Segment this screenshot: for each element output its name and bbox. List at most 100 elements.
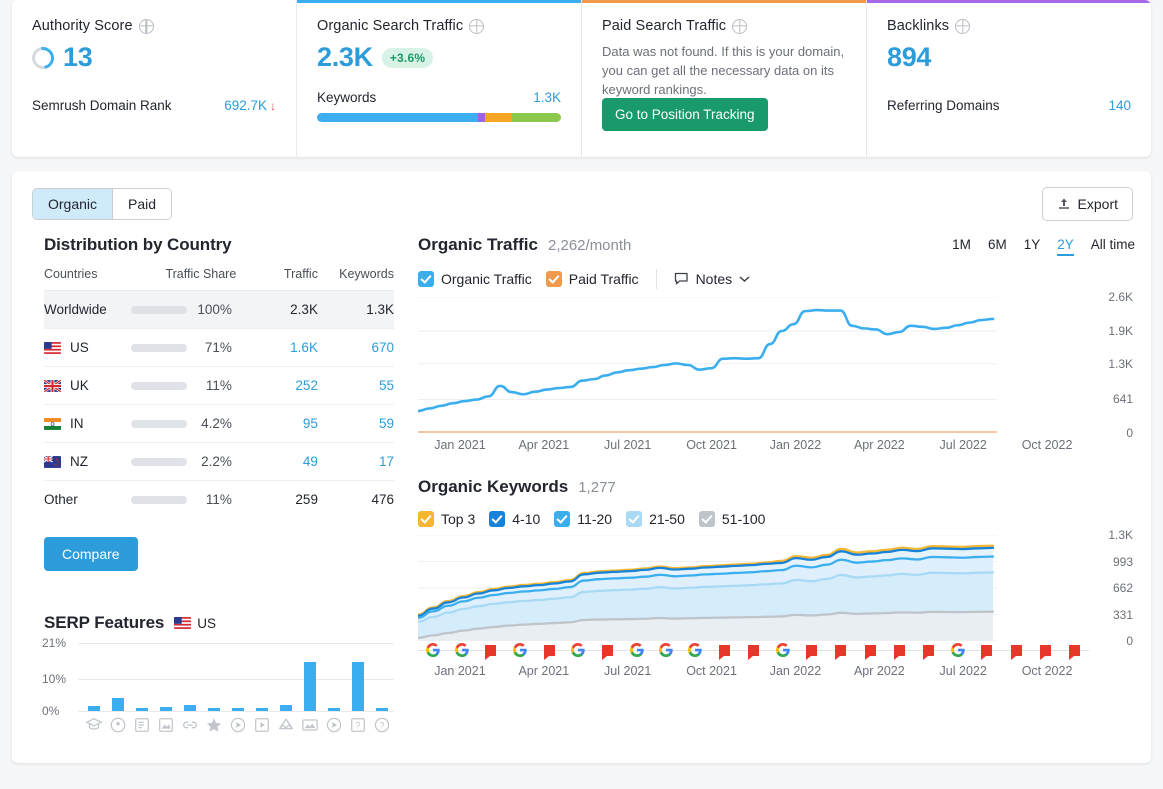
table-row[interactable]: Worldwide100%2.3K1.3K — [44, 291, 394, 329]
legend-organic-traffic[interactable]: Organic Traffic — [418, 271, 532, 287]
keywords-value[interactable]: 1.3K — [533, 90, 561, 105]
range-all-time[interactable]: All time — [1091, 237, 1135, 256]
tab-paid[interactable]: Paid — [112, 189, 171, 219]
keywords-cell[interactable]: 55 — [318, 367, 394, 405]
table-row[interactable]: UK11%25255 — [44, 367, 394, 405]
serp-flag-marker-icon[interactable] — [710, 645, 739, 656]
traffic-cell[interactable]: 1.6K — [271, 329, 318, 367]
keywords-cell[interactable]: 670 — [318, 329, 394, 367]
google-update-icon[interactable] — [681, 643, 710, 657]
pin-icon[interactable] — [106, 716, 130, 734]
table-row[interactable]: IN4.2%9559 — [44, 405, 394, 443]
organic-paid-toggle[interactable]: Organic Paid — [32, 188, 172, 220]
serp-bar[interactable] — [328, 708, 340, 711]
globe-icon[interactable] — [139, 19, 154, 34]
serp-flag-marker-icon[interactable] — [535, 645, 564, 656]
play-circle-icon[interactable] — [226, 716, 250, 734]
star-icon[interactable] — [202, 716, 226, 734]
serp-bar[interactable] — [376, 708, 388, 711]
traffic-cell[interactable]: 252 — [271, 367, 318, 405]
checkbox-organic-traffic[interactable] — [418, 271, 434, 287]
serp-bar[interactable] — [280, 705, 292, 711]
google-update-icon[interactable] — [622, 643, 651, 657]
keywords-cell[interactable]: 59 — [318, 405, 394, 443]
globe-icon[interactable] — [955, 19, 970, 34]
serp-flag-marker-icon[interactable] — [914, 645, 943, 656]
legend-4-10[interactable]: 4-10 — [489, 511, 540, 527]
serp-bar[interactable] — [88, 706, 100, 711]
keywords-cell[interactable]: 17 — [318, 443, 394, 481]
cap-icon[interactable] — [82, 716, 106, 734]
crown-icon[interactable] — [274, 716, 298, 734]
serp-flag-marker-icon[interactable] — [1001, 645, 1030, 656]
video-box-icon[interactable] — [250, 716, 274, 734]
serp-bar[interactable] — [184, 705, 196, 711]
play-circle-alt-icon[interactable] — [322, 716, 346, 734]
referring-domains-value[interactable]: 140 — [1108, 98, 1131, 113]
serp-bar[interactable] — [112, 698, 124, 711]
image-box-icon[interactable] — [154, 716, 178, 734]
globe-icon[interactable] — [732, 19, 747, 34]
checkbox-paid-traffic[interactable] — [546, 271, 562, 287]
legend-paid-traffic[interactable]: Paid Traffic — [546, 271, 639, 287]
serp-flag-marker-icon[interactable] — [1060, 645, 1089, 656]
google-update-icon[interactable] — [564, 643, 593, 657]
serp-bar[interactable] — [136, 708, 148, 711]
export-button[interactable]: Export — [1042, 187, 1133, 221]
notes-dropdown[interactable]: Notes — [674, 271, 751, 287]
serp-bar[interactable] — [352, 662, 364, 711]
range-1y[interactable]: 1Y — [1024, 237, 1041, 256]
range-1m[interactable]: 1M — [952, 237, 971, 256]
question-circle-icon[interactable]: ? — [370, 716, 394, 734]
doc-icon[interactable] — [130, 716, 154, 734]
domain-rank-value[interactable]: 692.7K — [224, 98, 267, 113]
range-6m[interactable]: 6M — [988, 237, 1007, 256]
image-icon[interactable] — [298, 716, 322, 734]
serp-flag-marker-icon[interactable] — [593, 645, 622, 656]
serp-flag-marker-icon[interactable] — [797, 645, 826, 656]
serp-bar[interactable] — [232, 708, 244, 711]
serp-bar[interactable] — [256, 708, 268, 711]
google-update-icon[interactable] — [651, 643, 680, 657]
go-to-position-tracking-button[interactable]: Go to Position Tracking — [602, 98, 768, 131]
legend-21-50[interactable]: 21-50 — [626, 511, 685, 527]
legend-11-20[interactable]: 11-20 — [554, 511, 612, 527]
traffic-cell[interactable]: 49 — [271, 443, 318, 481]
google-update-icon[interactable] — [768, 643, 797, 657]
serp-bar[interactable] — [304, 662, 316, 711]
google-update-icon[interactable] — [418, 643, 447, 657]
checkbox-11-20[interactable] — [554, 511, 570, 527]
checkbox-4-10[interactable] — [489, 511, 505, 527]
google-update-icon[interactable] — [447, 643, 476, 657]
organic-traffic-label: Organic Search Traffic — [317, 18, 463, 34]
globe-icon[interactable] — [469, 19, 484, 34]
traffic-share-pct: 100% — [196, 302, 232, 317]
tab-organic[interactable]: Organic — [33, 189, 112, 219]
date-range-selector[interactable]: 1M 6M 1Y 2Y All time — [952, 237, 1135, 256]
traffic-cell[interactable]: 95 — [271, 405, 318, 443]
google-update-icon[interactable] — [506, 643, 535, 657]
serp-flag-marker-icon[interactable] — [826, 645, 855, 656]
y-tick: 0 — [1126, 634, 1133, 648]
serp-bar[interactable] — [208, 708, 220, 711]
link-icon[interactable] — [178, 716, 202, 734]
serp-flag-marker-icon[interactable] — [739, 645, 768, 656]
legend-top-3[interactable]: Top 3 — [418, 511, 475, 527]
serp-flag-marker-icon[interactable] — [476, 645, 505, 656]
serp-flag-marker-icon[interactable] — [885, 645, 914, 656]
table-row[interactable]: US71%1.6K670 — [44, 329, 394, 367]
checkbox-21-50[interactable] — [626, 511, 642, 527]
table-row[interactable]: Other11%259476 — [44, 481, 394, 519]
serp-flag-marker-icon[interactable] — [972, 645, 1001, 656]
google-update-icon[interactable] — [943, 643, 972, 657]
serp-flag-marker-icon[interactable] — [1031, 645, 1060, 656]
checkbox-51-100[interactable] — [699, 511, 715, 527]
serp-flag-marker-icon[interactable] — [856, 645, 885, 656]
serp-bar[interactable] — [160, 707, 172, 711]
table-row[interactable]: NZ2.2%4917 — [44, 443, 394, 481]
qa-box-icon[interactable]: ? — [346, 716, 370, 734]
checkbox-top-3[interactable] — [418, 511, 434, 527]
legend-51-100[interactable]: 51-100 — [699, 511, 766, 527]
range-2y[interactable]: 2Y — [1057, 237, 1074, 256]
compare-button[interactable]: Compare — [44, 537, 138, 571]
